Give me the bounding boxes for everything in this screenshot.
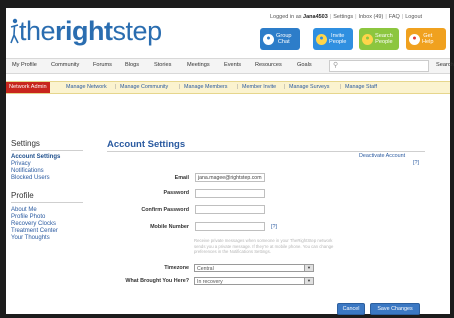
- email-label: Email: [174, 175, 189, 181]
- manage-staff-link[interactable]: Manage Staff: [345, 84, 377, 90]
- chat-icon: ●: [263, 33, 274, 45]
- confirm-password-field[interactable]: [195, 205, 265, 214]
- page-title: Account Settings: [107, 139, 186, 150]
- manage-community-link[interactable]: Manage Community: [120, 84, 168, 90]
- settings-heading: Settings: [11, 139, 40, 148]
- sidebar-item-account-settings[interactable]: Account Settings: [11, 154, 60, 160]
- logout-link[interactable]: Logout: [405, 14, 422, 20]
- people-icon: ●: [316, 33, 327, 45]
- network-admin-tag: Network Admin: [6, 82, 50, 93]
- sidebar-item-about-me[interactable]: About Me: [11, 207, 37, 213]
- chevron-down-icon: ▼: [304, 265, 313, 271]
- sidebar-item-profile-photo[interactable]: Profile Photo: [11, 214, 45, 220]
- chevron-down-icon: ▼: [304, 278, 313, 284]
- site-logo[interactable]: therightstep: [19, 16, 162, 46]
- deactivate-account-link[interactable]: Deactivate Account: [359, 153, 405, 159]
- nav-item-meetings[interactable]: Meetings: [187, 62, 210, 68]
- settings-divider: [11, 150, 83, 151]
- manage-surveys-link[interactable]: Manage Surveys: [289, 84, 329, 90]
- password-field[interactable]: [195, 189, 265, 198]
- username[interactable]: Jana4503: [303, 14, 328, 20]
- nav-item-stories[interactable]: Stories: [154, 62, 171, 68]
- sidebar-item-your-thoughts[interactable]: Your Thoughts: [11, 235, 50, 241]
- settings-link[interactable]: Settings: [333, 14, 353, 20]
- brought-you-here-select[interactable]: In recovery ▼: [194, 277, 314, 285]
- logo-figure-icon: [10, 18, 19, 44]
- logged-in-text: Logged in as: [270, 14, 304, 20]
- window-frame-right: [450, 0, 454, 318]
- main-nav: My Profile Community Forums Blogs Storie…: [6, 58, 454, 74]
- help-icon: ●: [409, 33, 420, 45]
- confirm-password-label: Confirm Password: [141, 207, 189, 213]
- get-help-button[interactable]: ● Get Help: [406, 28, 446, 50]
- title-divider: [107, 151, 425, 152]
- member-invite-link[interactable]: Member Invite: [242, 84, 276, 90]
- group-chat-button[interactable]: ● Group Chat: [260, 28, 300, 50]
- manage-members-link[interactable]: Manage Members: [184, 84, 227, 90]
- search-input[interactable]: ⚲: [329, 60, 429, 72]
- timezone-select[interactable]: Central ▼: [194, 264, 314, 272]
- mobile-help-text: Receive private messages when someone in…: [194, 238, 334, 255]
- search-button[interactable]: Search: [436, 62, 454, 68]
- manage-network-link[interactable]: Manage Network: [66, 84, 107, 90]
- cancel-button[interactable]: Cancel: [337, 303, 365, 315]
- sidebar-item-recovery-clocks[interactable]: Recovery Clocks: [11, 221, 56, 227]
- mobile-number-field[interactable]: [195, 222, 265, 231]
- inbox-link[interactable]: Inbox (49): [359, 14, 384, 20]
- nav-item-community[interactable]: Community: [51, 62, 79, 68]
- nav-item-goals[interactable]: Goals: [297, 62, 312, 68]
- save-changes-button[interactable]: Save Changes: [370, 303, 420, 315]
- nav-item-resources[interactable]: Resources: [255, 62, 282, 68]
- mobile-number-label: Mobile Number: [150, 224, 189, 230]
- window-frame-top: [0, 0, 454, 8]
- search-people-button[interactable]: ● Search People: [359, 28, 399, 50]
- brought-you-here-label: What Brought You Here?: [125, 278, 189, 284]
- admin-bar: Network Admin Manage Network | Manage Co…: [6, 81, 450, 94]
- sidebar-item-notifications[interactable]: Notifications: [11, 168, 44, 174]
- profile-heading: Profile: [11, 191, 34, 200]
- deactivate-help-link[interactable]: [?]: [413, 160, 419, 166]
- sidebar-item-blocked-users[interactable]: Blocked Users: [11, 175, 50, 181]
- sidebar-item-privacy[interactable]: Privacy: [11, 161, 31, 167]
- search-icon: ⚲: [333, 62, 339, 69]
- window-frame-left: [0, 0, 6, 318]
- password-label: Password: [163, 190, 189, 196]
- search-people-icon: ●: [362, 33, 373, 45]
- nav-item-blogs[interactable]: Blogs: [125, 62, 139, 68]
- user-utility-bar: Logged in as Jana4503 | Settings | Inbox (49…: [270, 14, 423, 20]
- nav-item-my-profile[interactable]: My Profile: [12, 62, 37, 68]
- profile-divider: [11, 202, 83, 203]
- sidebar-item-treatment-center[interactable]: Treatment Center: [11, 228, 58, 234]
- invite-people-button[interactable]: ● Invite People: [313, 28, 353, 50]
- mobile-help-link[interactable]: [?]: [271, 224, 277, 230]
- nav-item-events[interactable]: Events: [224, 62, 241, 68]
- timezone-label: Timezone: [164, 265, 189, 271]
- nav-item-forums[interactable]: Forums: [93, 62, 112, 68]
- email-field[interactable]: jana.magee@rightstep.com: [195, 173, 265, 182]
- faq-link[interactable]: FAQ: [389, 14, 400, 20]
